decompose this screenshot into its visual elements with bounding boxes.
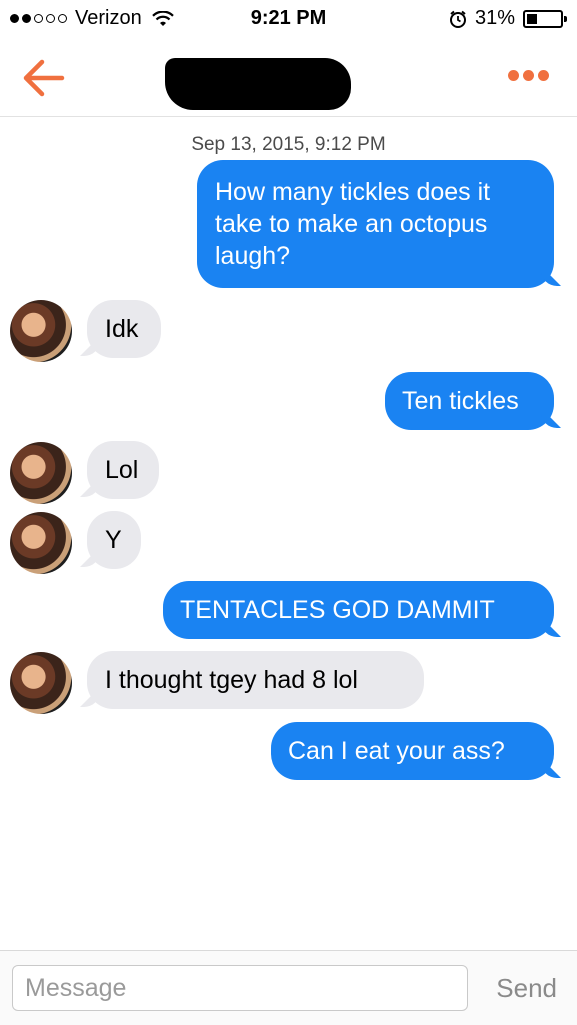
wifi-icon — [151, 10, 174, 26]
message-text: Can I eat your ass? — [288, 737, 505, 765]
contact-avatar[interactable] — [10, 300, 72, 362]
chat-header — [0, 38, 577, 117]
message-text: Idk — [105, 315, 139, 343]
message-bubble-outgoing: How many tickles does it take to make an… — [197, 160, 554, 288]
message-bubble-incoming: Y — [87, 511, 141, 569]
contact-avatar[interactable] — [10, 442, 72, 504]
contact-avatar[interactable] — [10, 652, 72, 714]
message-input[interactable] — [12, 965, 468, 1011]
message-text: I thought tgey had 8 lol — [105, 666, 358, 694]
message-input-bar: Send — [0, 950, 577, 1025]
redacted-contact-name[interactable] — [165, 58, 351, 110]
alarm-icon — [449, 10, 466, 28]
carrier-name: Verizon — [75, 7, 142, 29]
battery-icon — [523, 9, 567, 28]
message-bubble-incoming: Lol — [87, 441, 159, 499]
status-bar: Verizon 9:21 PM 31% — [0, 0, 577, 38]
message-text: Lol — [105, 456, 139, 484]
message-bubble-incoming: Idk — [87, 300, 161, 358]
status-left: Verizon — [10, 7, 174, 30]
contact-avatar[interactable] — [10, 512, 72, 574]
back-arrow-icon[interactable] — [22, 58, 66, 98]
message-text: TENTACLES GOD DAMMIT — [180, 596, 495, 624]
conversation-timestamp: Sep 13, 2015, 9:12 PM — [191, 134, 386, 155]
message-bubble-outgoing: Ten tickles — [385, 372, 554, 430]
message-bubble-outgoing: Can I eat your ass? — [271, 722, 554, 780]
battery-percent: 31% — [474, 7, 515, 29]
message-text: How many tickles does it take to make an… — [215, 178, 491, 270]
message-text: Y — [105, 526, 122, 554]
send-button[interactable]: Send — [496, 973, 557, 1004]
message-text: Ten tickles — [402, 387, 519, 415]
signal-dots-icon — [10, 14, 67, 23]
more-dots-icon[interactable] — [508, 70, 549, 81]
status-right: 31% — [449, 7, 567, 30]
message-bubble-incoming: I thought tgey had 8 lol — [87, 651, 424, 709]
message-bubble-outgoing: TENTACLES GOD DAMMIT — [163, 581, 554, 639]
